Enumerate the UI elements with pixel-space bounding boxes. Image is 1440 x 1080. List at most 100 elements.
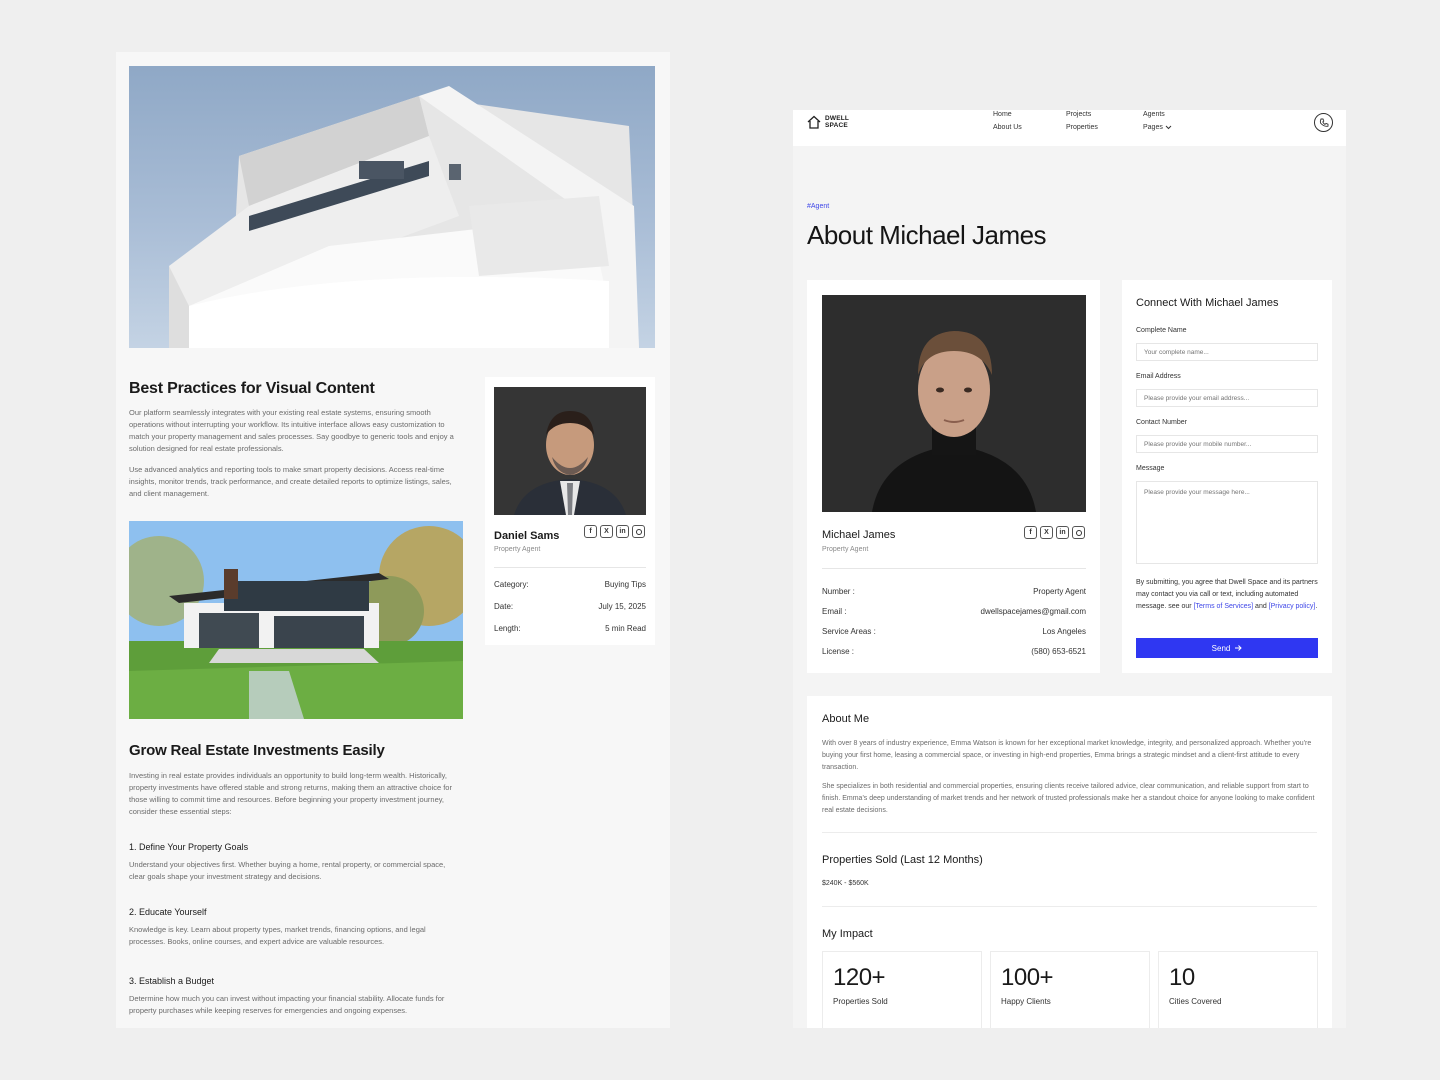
- chevron-down-icon: [1165, 125, 1172, 130]
- agent-detail-number: Number : Property Agent: [822, 587, 1086, 596]
- linkedin-icon[interactable]: in: [1056, 526, 1069, 539]
- stat-label: Cities Covered: [1169, 997, 1222, 1006]
- logo-line-2: SPACE: [825, 122, 848, 129]
- consent-note: By submitting, you agree that Dwell Spac…: [1136, 577, 1320, 613]
- contact-form: Connect With Michael James Complete Name…: [1122, 280, 1332, 673]
- linkedin-icon[interactable]: in: [616, 525, 629, 538]
- impact-title: My Impact: [822, 928, 873, 940]
- nav-properties[interactable]: Properties: [1066, 124, 1098, 131]
- blog-title: Best Practices for Visual Content: [129, 380, 375, 397]
- blog-paragraph-2: Use advanced analytics and reporting too…: [129, 465, 452, 498]
- house-image: [129, 521, 463, 719]
- author-photo: [494, 387, 646, 515]
- meta-value: 5 min Read: [605, 624, 646, 633]
- detail-label: Service Areas :: [822, 627, 876, 636]
- nav-projects[interactable]: Projects: [1066, 111, 1091, 118]
- nav-agents[interactable]: Agents: [1143, 111, 1165, 118]
- instagram-icon[interactable]: [1072, 526, 1085, 539]
- agent-name: Michael James: [822, 529, 896, 541]
- agent-social-links: f X in: [1024, 526, 1085, 539]
- consent-and: and: [1253, 603, 1269, 610]
- top-nav: DWELL SPACE Home About Us Projects Prope…: [793, 110, 1346, 146]
- terms-link[interactable]: [Terms of Services]: [1194, 603, 1254, 610]
- detail-value[interactable]: dwellspacejames@gmail.com: [981, 607, 1087, 616]
- step-1-title: 1. Define Your Property Goals: [129, 842, 249, 852]
- step-2-title: 2. Educate Yourself: [129, 907, 207, 917]
- form-title: Connect With Michael James: [1136, 297, 1279, 309]
- agent-role: Property Agent: [822, 546, 869, 553]
- agent-card: Michael James Property Agent f X in Numb…: [807, 280, 1100, 673]
- meta-row-length: Length: 5 min Read: [494, 624, 646, 633]
- about-me-section: About Me With over 8 years of industry e…: [807, 696, 1332, 1028]
- agent-detail-service-areas: Service Areas : Los Angeles: [822, 627, 1086, 636]
- about-title: About Me: [822, 713, 870, 725]
- author-social-links: f X in: [584, 525, 645, 538]
- divider: [822, 906, 1317, 907]
- price-range: $240K - $560K: [822, 880, 869, 887]
- facebook-icon[interactable]: f: [584, 525, 597, 538]
- step-3-title: 3. Establish a Budget: [129, 976, 215, 986]
- phone-button[interactable]: [1314, 113, 1333, 132]
- agent-tag[interactable]: #Agent: [807, 203, 829, 210]
- detail-label: Email :: [822, 607, 847, 616]
- about-paragraph-1: With over 8 years of industry experience…: [822, 740, 1312, 771]
- meta-row-category: Category: Buying Tips: [494, 580, 646, 589]
- logo-text: DWELL SPACE: [825, 115, 849, 129]
- page-title: About Michael James: [807, 220, 1047, 250]
- blog-article-panel: Best Practices for Visual Content Our pl…: [116, 52, 670, 1028]
- about-paragraph-2: She specializes in both residential and …: [822, 783, 1315, 814]
- meta-row-date: Date: July 15, 2025: [494, 602, 646, 611]
- stat-label: Happy Clients: [1001, 997, 1051, 1006]
- nav-pages-dropdown[interactable]: Pages: [1143, 124, 1172, 131]
- stat-number: 120+: [833, 964, 886, 991]
- author-role: Property Agent: [494, 546, 541, 553]
- detail-label: License :: [822, 647, 855, 656]
- nav-home[interactable]: Home: [993, 111, 1012, 118]
- author-card: Daniel Sams Property Agent f X in Catego…: [485, 377, 655, 645]
- detail-value: Property Agent: [1033, 587, 1086, 596]
- blog-paragraph-3: Investing in real estate provides indivi…: [129, 771, 452, 816]
- detail-value: Los Angeles: [1042, 627, 1086, 636]
- stat-number: 10: [1169, 964, 1195, 991]
- send-label: Send: [1211, 643, 1231, 653]
- x-icon[interactable]: X: [1040, 526, 1053, 539]
- logo-line-1: DWELL: [825, 115, 850, 122]
- step-1-text: Understand your objectives first. Whethe…: [129, 860, 446, 881]
- meta-label: Category:: [494, 580, 529, 589]
- author-name: Daniel Sams: [494, 530, 560, 542]
- meta-label: Date:: [494, 602, 514, 611]
- arrow-right-icon: [1235, 645, 1243, 651]
- name-input[interactable]: [1136, 343, 1318, 361]
- divider: [822, 832, 1317, 833]
- properties-sold-title: Properties Sold (Last 12 Months): [822, 854, 983, 866]
- agent-photo: [822, 295, 1086, 512]
- step-3-text: Determine how much you can invest withou…: [129, 994, 445, 1015]
- stat-cities-covered: 10 Cities Covered: [1158, 951, 1318, 1028]
- email-label: Email Address: [1136, 373, 1181, 380]
- meta-label: Length:: [494, 624, 521, 633]
- facebook-icon[interactable]: f: [1024, 526, 1037, 539]
- privacy-link[interactable]: [Privacy policy]: [1269, 603, 1316, 610]
- message-textarea[interactable]: [1136, 481, 1318, 564]
- email-input[interactable]: [1136, 389, 1318, 407]
- modern-building-image: [129, 66, 655, 348]
- stat-happy-clients: 100+ Happy Clients: [990, 951, 1150, 1028]
- divider: [494, 567, 646, 568]
- stat-number: 100+: [1001, 964, 1054, 991]
- agent-detail-license: License : (580) 653-6521: [822, 647, 1086, 656]
- stat-label: Properties Sold: [833, 997, 888, 1006]
- logo[interactable]: DWELL SPACE: [807, 115, 849, 129]
- phone-input[interactable]: [1136, 435, 1318, 453]
- meta-value: July 15, 2025: [598, 602, 646, 611]
- phone-icon: [1319, 118, 1328, 127]
- instagram-icon[interactable]: [632, 525, 645, 538]
- house-logo-icon: [807, 115, 821, 129]
- detail-value: (580) 653-6521: [1031, 647, 1086, 656]
- send-button[interactable]: Send: [1136, 638, 1318, 658]
- agent-page-panel: DWELL SPACE Home About Us Projects Prope…: [793, 110, 1346, 1028]
- nav-pages-label: Pages: [1143, 124, 1163, 131]
- x-icon[interactable]: X: [600, 525, 613, 538]
- agent-detail-email: Email : dwellspacejames@gmail.com: [822, 607, 1086, 616]
- nav-about-us[interactable]: About Us: [993, 124, 1022, 131]
- detail-label: Number :: [822, 587, 855, 596]
